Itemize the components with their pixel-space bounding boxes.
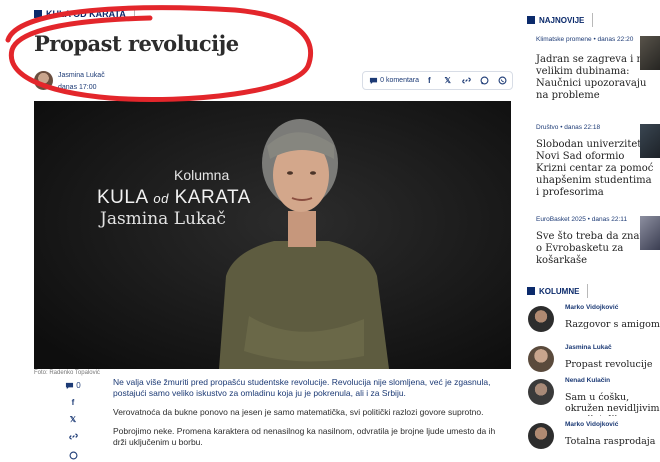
whatsapp-icon	[480, 76, 489, 85]
columnist-name[interactable]: Marko Vidojković	[565, 304, 618, 311]
column-item[interactable]: Nenad Kulačin Sam u ćošku, okružen nevid…	[528, 375, 660, 417]
column-item[interactable]: Marko Vidojković Totalna rasprodaja	[528, 419, 660, 459]
side-x-button[interactable]: 𝕏	[70, 415, 76, 424]
heading-divider	[592, 13, 594, 27]
x-share-button[interactable]: 𝕏	[439, 76, 457, 85]
comments-count-label: 0 komentara	[380, 77, 420, 84]
latest-heading[interactable]: NAJNOVIJE	[527, 13, 594, 27]
article-title: Propast revolucije	[34, 31, 239, 56]
article-kicker[interactable]: KULA OD KARATA	[34, 7, 135, 21]
latest-item-headline[interactable]: Jadran se zagreva i na velikim dubinama:…	[536, 54, 656, 102]
kicker-divider	[133, 7, 135, 21]
photo-credit: Foto: Radenko Topalović	[34, 370, 100, 376]
facebook-icon: f	[71, 398, 75, 407]
link-icon	[68, 433, 78, 440]
latest-item-thumbnail[interactable]	[640, 216, 660, 250]
article-body: Ne valja više žmuriti pred propašću stud…	[113, 377, 511, 456]
heading-divider	[587, 284, 589, 298]
x-icon: 𝕏	[69, 415, 77, 424]
hero-brand-kula: KULA	[97, 187, 148, 208]
columnist-avatar[interactable]	[528, 346, 554, 372]
comment-icon	[66, 382, 74, 389]
latest-item-headline[interactable]: Slobodan univerzitet Novi Sad oformio Kr…	[536, 139, 656, 199]
columns-heading-label: KOLUMNE	[539, 286, 580, 296]
columnist-avatar[interactable]	[528, 379, 554, 405]
side-comments-link[interactable]: 0	[65, 381, 81, 390]
comment-icon	[370, 77, 378, 84]
latest-item-meta: Društvo • danas 22:18	[536, 124, 601, 131]
article-paragraph: Ne valja više žmuriti pred propašću stud…	[113, 377, 491, 398]
viber-icon	[498, 76, 507, 85]
article-paragraph: Pobrojimo neke. Promena karaktera od nen…	[113, 426, 496, 447]
heading-square-icon	[527, 287, 535, 295]
columns-heading[interactable]: KOLUMNE	[527, 284, 589, 298]
latest-heading-label: NAJNOVIJE	[539, 15, 585, 25]
hero-brand-karata: KARATA	[174, 187, 251, 208]
kicker-square-icon	[34, 10, 42, 18]
facebook-share-button[interactable]: f	[420, 76, 438, 85]
hero-brand-od: od	[153, 191, 169, 206]
latest-item-thumbnail[interactable]	[640, 124, 660, 158]
latest-item-meta: EuroBasket 2025 • danas 22:11	[536, 216, 628, 223]
side-facebook-button[interactable]: f	[72, 398, 75, 407]
columnist-portrait	[34, 101, 511, 369]
article-paragraph: Verovatnoća da bukne ponovo na jesen je …	[113, 407, 484, 417]
hero-columnist-name: Jasmina Lukač	[100, 209, 226, 229]
hero-image: Kolumna KULA od KARATA Jasmina Lukač	[34, 101, 511, 369]
columnist-name[interactable]: Nenad Kulačin	[565, 377, 610, 384]
whatsapp-share-button[interactable]	[475, 76, 493, 85]
hero-kolumna-label: Kolumna	[174, 167, 230, 183]
share-bar: 0 komentara f 𝕏	[362, 71, 513, 90]
columnist-avatar[interactable]	[528, 306, 554, 332]
latest-item[interactable]: Društvo • danas 22:18 Slobodan univerzit…	[536, 124, 656, 199]
author-name[interactable]: Jasmina Lukač	[58, 72, 105, 79]
comments-link[interactable]: 0 komentara	[363, 77, 420, 85]
kicker-label: KULA OD KARATA	[46, 9, 126, 19]
side-share-bar: 0 f 𝕏	[62, 381, 84, 462]
side-whatsapp-button[interactable]	[69, 451, 78, 462]
hero-brand: KULA od KARATA	[97, 187, 251, 209]
side-comments-count: 0	[76, 381, 81, 390]
latest-item-headline[interactable]: Sve što treba da znate o Evrobasketu za …	[536, 231, 656, 267]
columnist-name[interactable]: Jasmina Lukač	[565, 344, 612, 351]
side-link-button[interactable]	[68, 432, 78, 443]
link-icon	[461, 77, 471, 84]
copy-link-button[interactable]	[457, 76, 475, 85]
column-item[interactable]: Marko Vidojković Razgovor s amigom	[528, 302, 660, 342]
column-title[interactable]: Totalna rasprodaja	[565, 436, 660, 447]
latest-item-thumbnail[interactable]	[640, 36, 660, 70]
columnist-name[interactable]: Marko Vidojković	[565, 421, 618, 428]
viber-share-button[interactable]	[494, 76, 512, 85]
facebook-icon: f	[428, 76, 431, 85]
heading-square-icon	[527, 16, 535, 24]
column-title[interactable]: Sam u ćošku, okružen nevidljivim neprija…	[565, 392, 660, 416]
column-title[interactable]: Propast revolucije	[565, 359, 660, 370]
publish-date: danas 17:00	[58, 84, 97, 91]
latest-item[interactable]: EuroBasket 2025 • danas 22:11 Sve što tr…	[536, 216, 656, 267]
latest-item-meta: Klimatske promene • danas 22:20	[536, 36, 634, 43]
x-icon: 𝕏	[444, 76, 451, 85]
latest-item[interactable]: Klimatske promene • danas 22:20 Jadran s…	[536, 36, 656, 102]
column-title[interactable]: Razgovor s amigom	[565, 319, 660, 330]
columnist-avatar[interactable]	[528, 423, 554, 449]
whatsapp-icon	[69, 451, 77, 460]
author-avatar[interactable]	[34, 71, 53, 90]
